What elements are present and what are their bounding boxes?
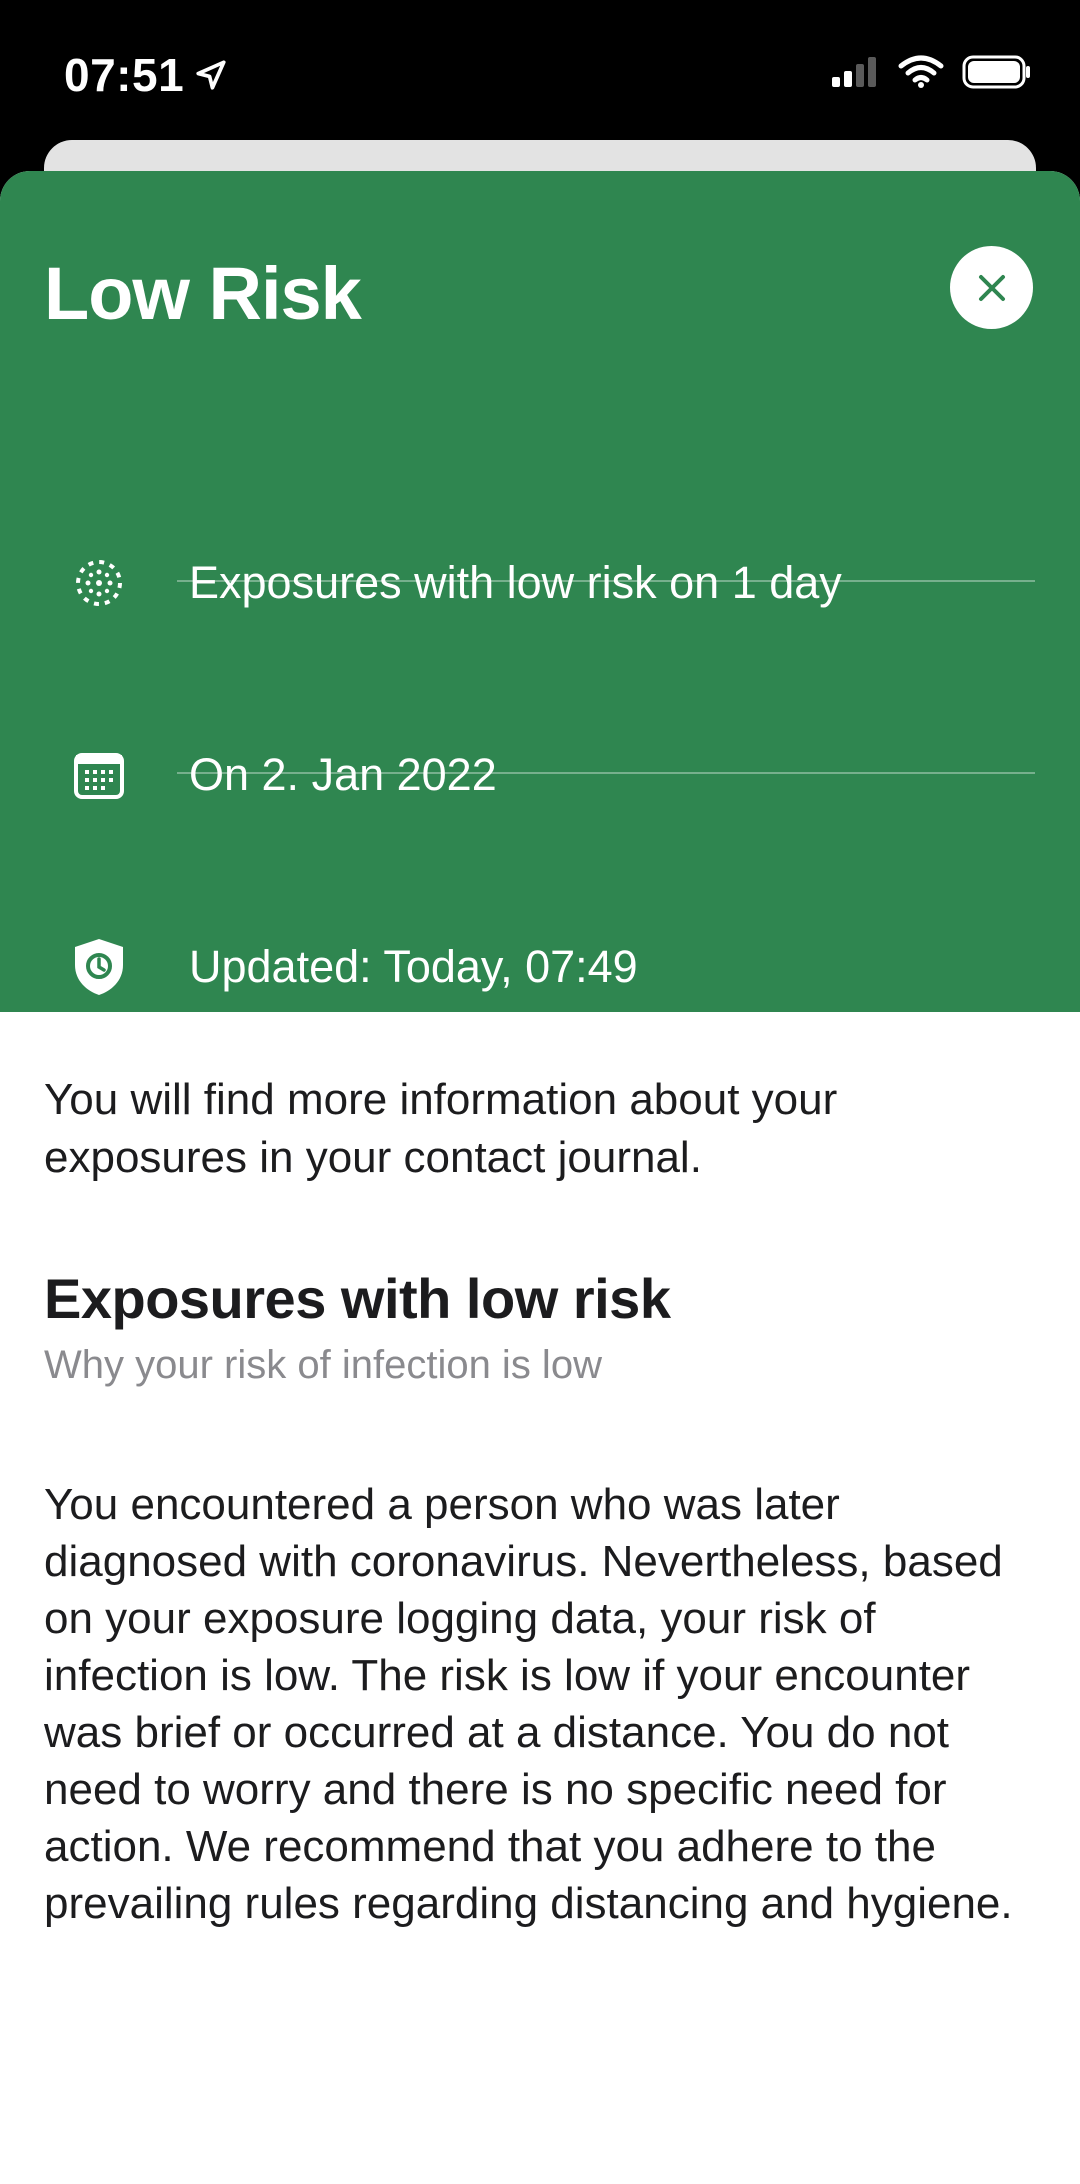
- section-subtitle: Why your risk of infection is low: [44, 1343, 602, 1387]
- page-title: Low Risk: [44, 252, 362, 335]
- calendar-icon: [70, 746, 128, 804]
- status-time-label: 07:51: [64, 49, 185, 101]
- wifi-icon: [898, 55, 944, 88]
- risk-header-card: Low Risk Exposures with low risk on 1 da…: [0, 171, 1080, 1012]
- info-row-updated: Updated: Today, 07:49: [0, 871, 1080, 1063]
- signal-icon: [832, 57, 876, 87]
- info-row-label: Exposures with low risk on 1 day: [189, 557, 842, 608]
- divider: [177, 772, 1035, 774]
- close-icon: [978, 274, 1005, 301]
- info-row-label: On 2. Jan 2022: [189, 749, 497, 800]
- info-row-exposures: Exposures with low risk on 1 day: [0, 487, 1080, 679]
- info-row-label: Updated: Today, 07:49: [189, 941, 638, 992]
- risk-details-sheet: Low Risk Exposures with low risk on 1 da…: [0, 171, 1080, 2184]
- divider: [177, 580, 1035, 582]
- close-button[interactable]: [950, 246, 1033, 329]
- status-time: 07:51: [64, 48, 228, 102]
- status-bar: 07:51: [0, 0, 1080, 150]
- info-row-date: On 2. Jan 2022: [0, 679, 1080, 871]
- shield-clock-icon: [70, 938, 128, 996]
- battery-icon: [962, 55, 1030, 89]
- location-arrow-icon: [196, 60, 226, 90]
- intro-text: You will find more information about you…: [44, 1075, 838, 1182]
- explanation-text: You encountered a person who was later d…: [44, 1480, 1013, 1928]
- virus-icon: [70, 554, 128, 612]
- status-icons: [830, 54, 1032, 90]
- section-title: Exposures with low risk: [44, 1267, 671, 1330]
